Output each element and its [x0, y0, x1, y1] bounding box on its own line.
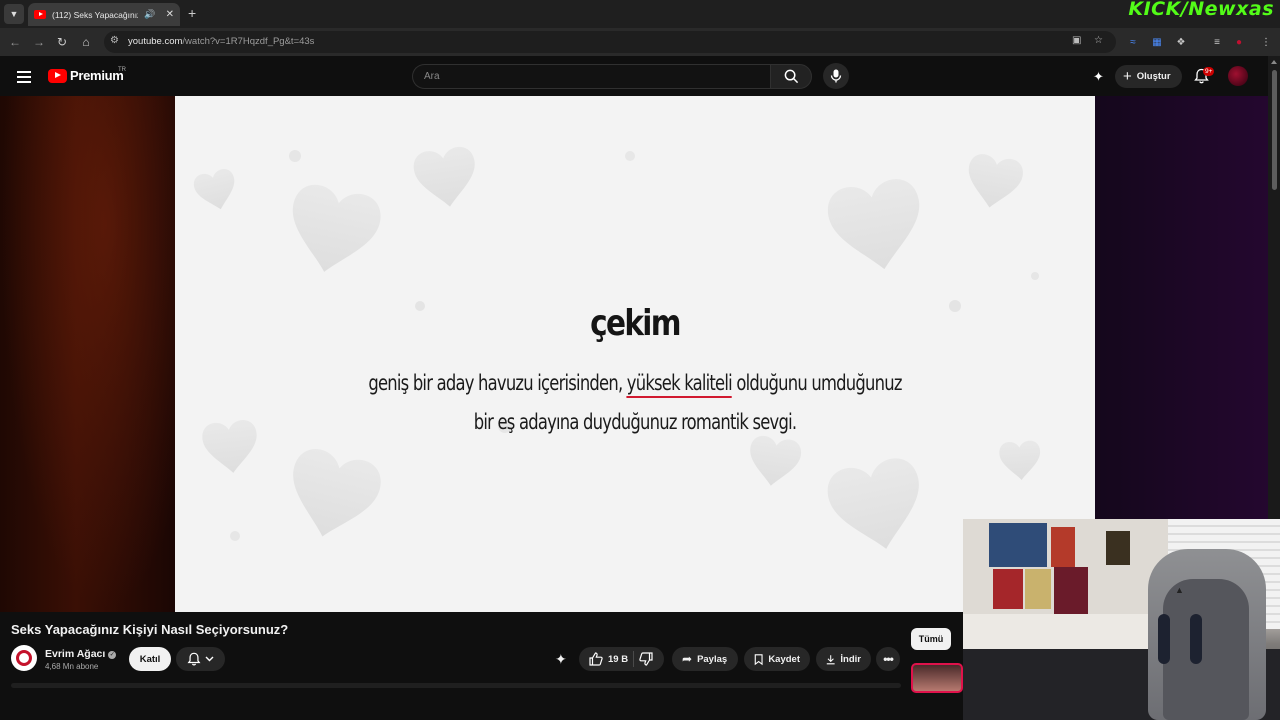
home-icon[interactable]: ⌂: [77, 33, 95, 51]
site-info-icon[interactable]: ⚙: [110, 35, 119, 46]
thumbs-down-icon[interactable]: [639, 652, 653, 666]
youtube-favicon-icon: [34, 10, 46, 19]
media-queue-icon[interactable]: ≡: [1210, 35, 1224, 49]
forward-arrow-icon[interactable]: →: [30, 33, 48, 51]
wall-poster: [1106, 531, 1130, 565]
create-label: Oluştur: [1136, 71, 1171, 82]
verified-check-icon: ✓: [108, 651, 117, 659]
video-title: Seks Yapacağınız Kişiyi Nasıl Seçiyorsun…: [11, 622, 289, 637]
ask-ai-sparkle-icon[interactable]: ✦: [555, 651, 567, 668]
microphone-icon: [830, 69, 842, 83]
channel-name[interactable]: Evrim Ağacı ✓: [45, 648, 117, 660]
highlighted-phrase: yüksek kaliteli: [626, 371, 733, 398]
bookmark-star-icon[interactable]: ☆: [1094, 35, 1103, 46]
chip-all[interactable]: Tümü: [911, 628, 951, 650]
share-button[interactable]: ➦ Paylaş: [672, 647, 738, 671]
search-icon: [784, 69, 798, 84]
heart-decoration: [745, 434, 803, 490]
search-placeholder: Ara: [424, 71, 440, 82]
heart-decoration: [191, 166, 241, 215]
account-avatar[interactable]: [1228, 66, 1248, 86]
heart-decoration: [824, 175, 930, 278]
notification-badge: 9+: [1203, 67, 1215, 76]
wall-poster: [1025, 569, 1051, 609]
channel-avatar[interactable]: [11, 645, 37, 671]
browser-tab-active[interactable]: (112) Seks Yapacağınız Kişiyi Nasıl Seçi…: [28, 3, 180, 26]
youtube-premium-logo[interactable]: Premium: [48, 68, 124, 83]
heart-decoration: [280, 180, 385, 282]
bed: [963, 614, 1153, 649]
heart-decoration: [998, 439, 1043, 482]
translate-icon[interactable]: ▦: [1150, 35, 1164, 49]
new-tab-button[interactable]: +: [188, 5, 196, 21]
address-bar[interactable]: ⚙ youtube.com/watch?v=1R7Hqzdf_Pg&t=43s …: [104, 31, 1116, 53]
video-player[interactable]: çekim geniş bir aday havuzu içerisinden,…: [175, 96, 1095, 612]
video-definition-text: geniş bir aday havuzu içerisinden, yükse…: [368, 371, 902, 434]
region-code: TR: [118, 67, 126, 73]
search-button[interactable]: [770, 64, 812, 89]
create-button[interactable]: + Oluştur: [1115, 65, 1182, 88]
wall-poster: [1051, 527, 1075, 567]
chair-logo-icon: ▲: [1175, 585, 1185, 595]
more-dots-icon: •••: [883, 652, 894, 666]
plus-icon: +: [1123, 68, 1132, 85]
like-count[interactable]: 19 B: [608, 654, 628, 665]
streamer-webcam-overlay: ▲: [963, 519, 1280, 720]
recommended-video-thumbnail[interactable]: [911, 663, 963, 693]
browser-toolbar: ← → ↻ ⌂ ⚙ youtube.com/watch?v=1R7Hqzdf_P…: [0, 28, 1280, 56]
join-button[interactable]: Katıl: [129, 647, 171, 671]
scrollbar-thumb[interactable]: [1272, 70, 1277, 190]
description-box-edge: [11, 683, 901, 688]
chevron-down-icon: [205, 656, 214, 662]
search-input[interactable]: Ara: [412, 64, 770, 89]
tab-search-button[interactable]: ▼: [4, 4, 24, 24]
close-tab-icon[interactable]: ✕: [166, 9, 174, 20]
video-term-heading: çekim: [590, 303, 681, 344]
download-icon: [826, 654, 835, 664]
share-arrow-icon: ➦: [682, 652, 693, 666]
ask-ai-sparkle-icon[interactable]: ✦: [1093, 69, 1104, 85]
extensions-puzzle-icon[interactable]: ❖: [1174, 35, 1188, 49]
url-text: youtube.com/watch?v=1R7Hqzdf_Pg&t=43s: [128, 36, 315, 47]
hamburger-menu-icon[interactable]: [17, 71, 31, 83]
heart-decoration: [962, 151, 1026, 213]
bookmark-icon: [754, 653, 763, 665]
heart-decoration: [411, 144, 481, 211]
download-button[interactable]: İndir: [816, 647, 871, 671]
thumbs-up-icon[interactable]: [589, 652, 603, 666]
youtube-play-icon: [48, 68, 67, 83]
youtube-header: Premium TR Ara ✦ + Oluştur 9+: [0, 56, 1268, 96]
subscribed-notifications-button[interactable]: [176, 647, 225, 671]
more-actions-button[interactable]: •••: [876, 647, 900, 671]
reload-icon[interactable]: ↻: [53, 33, 71, 51]
hearts-pattern: [191, 144, 1061, 572]
browser-tab-bar: ▼ (112) Seks Yapacağınız Kişiyi Nasıl Se…: [0, 0, 1280, 28]
wall-poster: [989, 523, 1047, 567]
profile-avatar-icon[interactable]: ●: [1232, 35, 1246, 49]
wall-poster: [993, 569, 1023, 609]
save-button[interactable]: Kaydet: [744, 647, 810, 671]
logo-text: Premium: [70, 68, 124, 83]
cast-icon[interactable]: ▣: [1072, 35, 1081, 46]
like-dislike-group: 19 B: [579, 647, 664, 671]
stream-watermark: KICK/Newxas: [1128, 0, 1274, 20]
speaker-icon[interactable]: 🔊: [144, 9, 155, 20]
voice-search-button[interactable]: [823, 63, 849, 89]
bell-icon: [187, 652, 201, 666]
back-arrow-icon[interactable]: ←: [6, 33, 24, 51]
heart-decoration: [279, 444, 386, 548]
heart-decoration: [823, 454, 932, 559]
tab-title: (112) Seks Yapacağınız Kişiyi Nasıl Seçi…: [52, 9, 139, 20]
browser-menu-icon[interactable]: ⋮: [1259, 35, 1273, 49]
extension-wave-icon[interactable]: ≈: [1126, 35, 1140, 49]
heart-decoration: [200, 418, 261, 476]
wall-poster: [1054, 567, 1088, 619]
scroll-up-arrow-icon[interactable]: [1271, 60, 1277, 64]
subscriber-count: 4,68 Mn abone: [45, 662, 99, 671]
